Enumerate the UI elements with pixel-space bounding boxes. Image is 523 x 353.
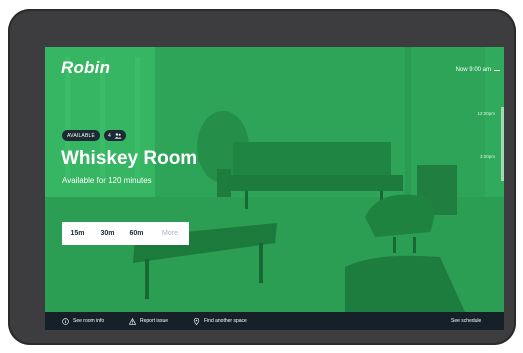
status-badge: AVAILABLE <box>62 130 101 141</box>
capacity-badge: 4 <box>104 130 127 141</box>
find-another-space-button[interactable]: Find another space <box>193 312 247 330</box>
report-issue-button[interactable]: Report issue <box>129 312 168 330</box>
info-icon <box>62 317 69 325</box>
duration-more-button[interactable]: More <box>151 230 189 237</box>
warning-icon <box>129 317 136 325</box>
timeline-scroll-track[interactable] <box>501 107 504 181</box>
availability-text: Available for 120 minutes <box>62 176 152 185</box>
find-another-space-label: Find another space <box>204 318 247 324</box>
current-time-label: Now 9:00 am <box>455 67 491 73</box>
duration-15m-button[interactable]: 15m <box>62 230 93 237</box>
see-room-info-label: See room info <box>73 318 105 324</box>
footer-bar: See room info Report issue Find another … <box>45 312 504 330</box>
timeline-time-label: 3:00pm <box>479 154 495 159</box>
capacity-count: 4 <box>108 132 112 139</box>
duration-60m-button[interactable]: 60m <box>122 230 151 237</box>
location-pin-icon <box>193 317 200 325</box>
tablet-frame: Robin Now 9:00 am 12:00pm 3:00pm AVAILAB… <box>8 9 516 345</box>
room-display-screen: Robin Now 9:00 am 12:00pm 3:00pm AVAILAB… <box>45 47 504 330</box>
timeline-time-label: 12:00pm <box>477 111 495 116</box>
see-schedule-button[interactable]: See schedule <box>451 312 481 330</box>
see-room-info-button[interactable]: See room info <box>62 312 104 330</box>
room-name: Whiskey Room <box>61 148 198 169</box>
people-icon <box>114 132 122 139</box>
duration-selector: 15m 30m 60m More <box>62 222 189 245</box>
robin-logo: Robin <box>61 58 111 77</box>
room-badges: AVAILABLE 4 <box>62 130 127 141</box>
see-schedule-label: See schedule <box>451 318 482 324</box>
report-issue-label: Report issue <box>140 318 169 324</box>
duration-30m-button[interactable]: 30m <box>93 230 122 237</box>
current-time-marker <box>494 69 500 71</box>
current-time-indicator: Now 9:00 am <box>456 67 500 73</box>
